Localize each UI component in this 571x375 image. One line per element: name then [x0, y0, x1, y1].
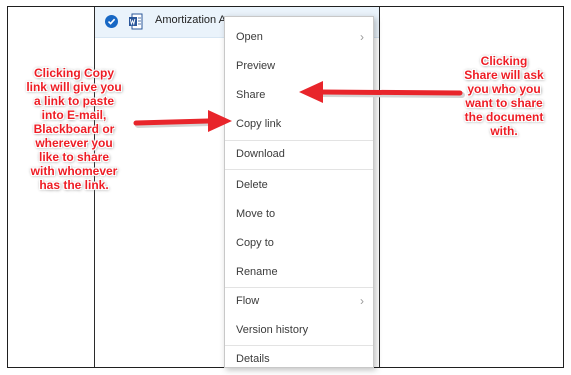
annotation-line: like to share	[38, 150, 110, 164]
annotation-line: want to share	[465, 96, 543, 110]
annotation-line: Clicking	[480, 54, 528, 68]
annotation-line: Share will ask	[464, 68, 544, 82]
arrow-head	[208, 110, 232, 132]
annotation-line: a link to paste	[33, 94, 115, 108]
annotation-line: the document	[464, 110, 544, 124]
annotation-line: Blackboard or	[33, 122, 115, 136]
annotation-line: with whomever	[30, 164, 118, 178]
annotation-copy-link: Clicking Copy link will give you a link …	[12, 66, 136, 192]
arrow-to-share	[299, 81, 465, 103]
annotation-line: wherever you	[35, 136, 113, 150]
arrow-shaft	[317, 89, 463, 96]
arrow-to-copy-link	[133, 110, 232, 132]
annotation-line: into E-mail,	[41, 108, 107, 122]
annotation-line: Clicking Copy	[33, 66, 114, 80]
annotation-line: link will give you	[26, 80, 122, 94]
annotation-share: Clicking Share will ask you who you want…	[450, 54, 558, 138]
arrow-head	[299, 81, 323, 103]
annotation-line: with.	[490, 124, 518, 138]
annotation-line: you who you	[467, 82, 541, 96]
arrow-shaft	[133, 118, 211, 126]
annotation-line: has the link.	[39, 178, 109, 192]
